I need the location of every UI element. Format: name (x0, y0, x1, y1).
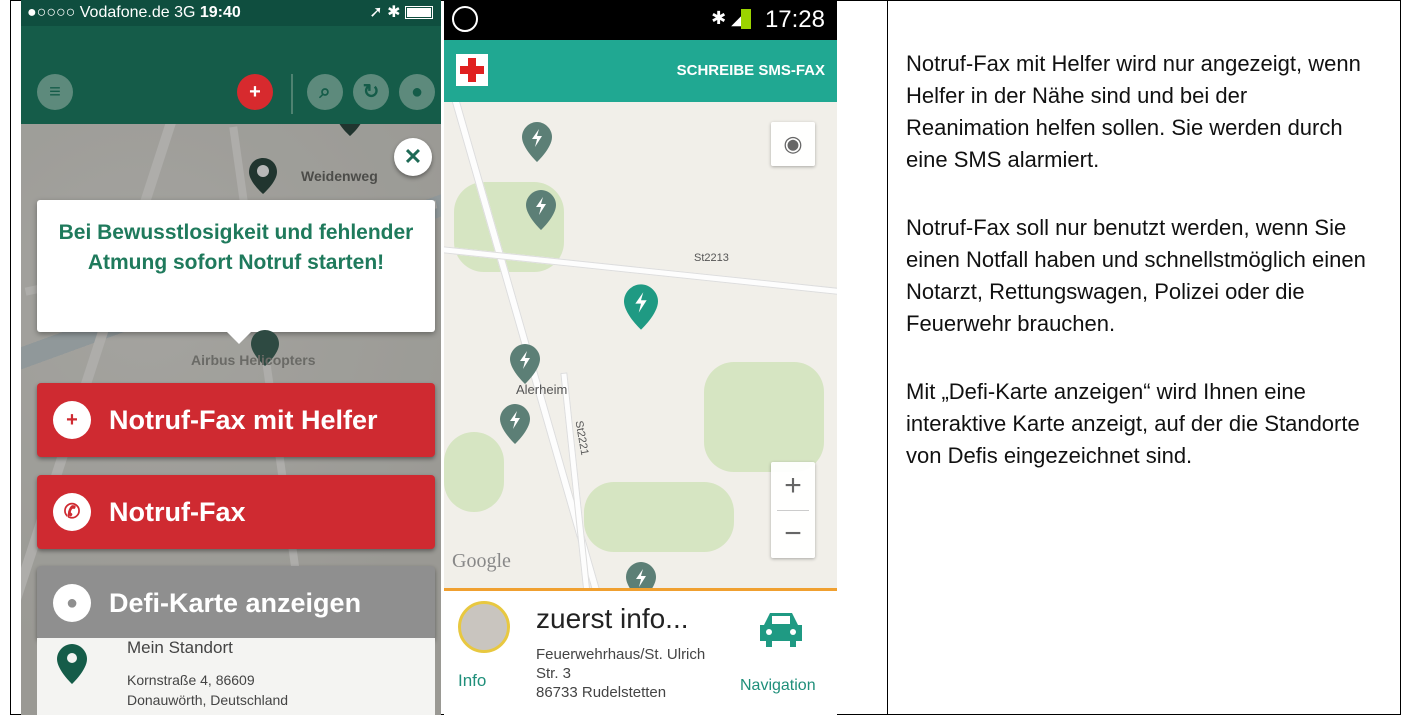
map-label-town: Alerheim (516, 382, 568, 397)
google-logo: Google (452, 550, 511, 572)
location-pin-icon (57, 644, 87, 684)
defi-marker-selected-icon[interactable] (624, 284, 658, 330)
status-time: 17:28 (764, 6, 825, 33)
my-location-button[interactable]: ◉ (771, 122, 815, 166)
description-paragraph: Notruf-Fax mit Helfer wird nur angezeigt… (906, 51, 1361, 172)
app-bar: SCHREIBE SMS-FAX (444, 40, 837, 102)
write-sms-fax-button[interactable]: SCHREIBE SMS-FAX (677, 40, 825, 102)
map-label-airbus: Airbus Helicopters (191, 352, 316, 368)
defi-karte-button[interactable]: ● Defi-Karte anzeigen (37, 566, 435, 640)
red-cross-logo-icon (456, 54, 488, 86)
zoom-out-button[interactable]: − (771, 510, 815, 558)
zoom-controls: + − (771, 462, 815, 558)
defi-marker-icon[interactable] (626, 562, 656, 588)
user-icon[interactable]: ● (399, 74, 435, 110)
defi-marker-icon[interactable] (510, 344, 540, 384)
battery-icon (405, 6, 433, 20)
description-text: Notruf-Fax mit Helfer wird nur angezeigt… (906, 48, 1376, 508)
status-time: 19:40 (199, 4, 241, 21)
location-title: zuerst info... (536, 603, 689, 634)
location-thumbnail[interactable] (458, 601, 510, 653)
add-person-icon: + (53, 401, 91, 439)
my-location-panel[interactable]: Mein Standort Kornstraße 4, 86609 Donauw… (37, 638, 435, 715)
battery-icon (741, 9, 751, 29)
status-bar: ●○○○○ Vodafone.de 3G 19:40 ➚ ✱ (21, 0, 441, 26)
phone-screenshot-ios: Weidenweg ●○○○○ Vodafone.de 3G 19:40 ➚ ✱… (21, 0, 441, 715)
info-button[interactable]: Info (458, 671, 486, 691)
sms-add-icon[interactable]: + (237, 74, 273, 110)
app-header: ≡ + ⌕ ↻ ● (21, 26, 441, 124)
defi-marker-icon[interactable] (526, 190, 556, 230)
map-view[interactable]: St2213 St2221 Alerheim ◉ + − Google (444, 102, 837, 588)
location-title: Mein Standort (127, 638, 233, 657)
phone-screenshot-android: ✱ ◢ 17:28 SCHREIBE SMS-FAX St2213 St2221… (444, 0, 837, 715)
warning-tooltip: Bei Bewusstlosigkeit und fehlender Atmun… (37, 200, 435, 344)
defi-marker-icon[interactable] (500, 404, 530, 444)
location-arrow-icon: ➚ (369, 4, 383, 21)
refresh-icon[interactable]: ↻ (353, 74, 389, 110)
signal-icon: ✱ ◢ (711, 8, 745, 28)
bluetooth-icon: ✱ (387, 4, 401, 21)
warning-text: Bei Bewusstlosigkeit und fehlender Atmun… (58, 221, 414, 274)
car-icon[interactable] (758, 609, 804, 649)
search-location-icon[interactable]: ⌕ (307, 74, 343, 110)
status-bar: ✱ ◢ 17:28 (444, 0, 837, 40)
description-paragraph: Mit „Defi-Karte anzeigen“ wird Ihnen ein… (906, 379, 1360, 468)
navigation-button[interactable]: Navigation (740, 677, 816, 695)
map-pin-icon: ● (53, 584, 91, 622)
notruf-fax-button[interactable]: ✆ Notruf-Fax (37, 475, 435, 549)
notruf-fax-helfer-button[interactable]: + Notruf-Fax mit Helfer (37, 383, 435, 457)
crosshair-icon: ◉ (783, 131, 803, 156)
header-separator (291, 74, 293, 114)
menu-icon[interactable]: ≡ (37, 74, 73, 110)
table-divider (887, 0, 888, 715)
location-address: Kornstraße 4, 86609 Donauwörth, Deutschl… (127, 672, 289, 708)
map-label-st2213: St2213 (694, 252, 729, 264)
phone-add-icon: ✆ (53, 493, 91, 531)
location-info-panel: Info zuerst info... Feuerwehrhaus/St. Ul… (444, 588, 837, 715)
close-button[interactable]: ✕ (394, 138, 432, 176)
location-address: Feuerwehrhaus/St. Ulrich Str. 3 86733 Ru… (536, 646, 706, 701)
defi-marker-icon[interactable] (522, 122, 552, 162)
zoom-in-button[interactable]: + (771, 462, 815, 510)
description-paragraph: Notruf-Fax soll nur benutzt werden, wenn… (906, 215, 1366, 336)
gps-icon (452, 6, 478, 32)
